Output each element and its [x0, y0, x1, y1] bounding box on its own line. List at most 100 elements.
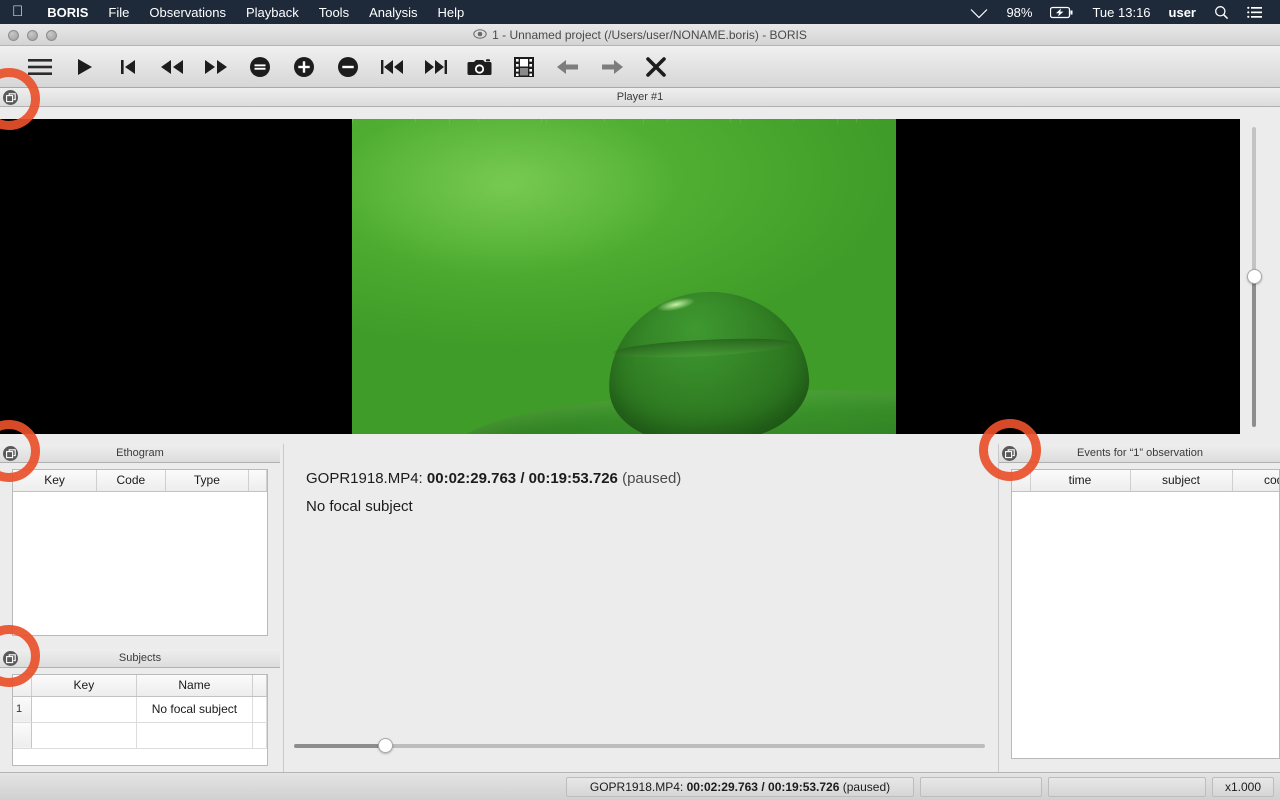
previous-media-button[interactable]: [370, 49, 414, 85]
events-col-subject[interactable]: subject: [1130, 470, 1233, 492]
events-panel: Events for “1” observation time subject …: [998, 444, 1280, 772]
table-row[interactable]: [13, 722, 268, 749]
subjects-table: Key Name 1 No focal subject: [13, 675, 268, 749]
ethogram-dock-header: Ethogram: [0, 444, 280, 463]
menu-playback[interactable]: Playback: [236, 5, 309, 20]
next-media-button[interactable]: [414, 49, 458, 85]
status-bar-field-right: [1048, 776, 1206, 797]
player-dock-title: Player #1: [616, 91, 664, 103]
ethogram-panel: Ethogram Key Code Type: [0, 444, 280, 642]
close-observation-button[interactable]: [634, 49, 678, 85]
subjects-row-key[interactable]: [31, 696, 138, 723]
menu-bar-status-items: 98% Tue 13:16 user: [961, 5, 1280, 20]
playback-rate-label: x1.000: [1212, 776, 1274, 797]
menu-help[interactable]: Help: [428, 5, 475, 20]
media-status-line: GOPR1918.MP4: 00:02:29.763 / 00:19:53.72…: [306, 470, 681, 487]
menu-button[interactable]: [18, 49, 62, 85]
ethogram-header-row: Key Code Type: [13, 470, 267, 492]
battery-charging-icon[interactable]: [1041, 6, 1083, 19]
video-canvas[interactable]: [0, 119, 1240, 434]
volume-slider[interactable]: [1240, 119, 1268, 434]
events-col-time[interactable]: time: [1030, 470, 1131, 492]
window-traffic-lights: [8, 30, 57, 41]
ethogram-float-button[interactable]: [3, 446, 18, 461]
player-dock-header: Player #1: [0, 88, 1280, 107]
reset-zoom-button[interactable]: [238, 49, 282, 85]
status-time-separator: /: [761, 779, 765, 794]
apple-logo-icon[interactable]: : [0, 4, 37, 19]
ethogram-col-filler: [248, 470, 267, 492]
notification-list-icon[interactable]: [1238, 6, 1272, 19]
subjects-dock-title: Subjects: [118, 652, 162, 664]
events-header-row: time subject code: [1012, 470, 1279, 492]
total-time-label: 00:19:53.726: [528, 470, 618, 487]
events-float-button[interactable]: [1002, 446, 1017, 461]
zoom-window-button[interactable]: [46, 30, 57, 41]
status-total-time: 00:19:53.726: [768, 779, 840, 794]
fast-forward-button[interactable]: [194, 49, 238, 85]
ethogram-table-container[interactable]: Key Code Type: [12, 469, 268, 636]
snapshot-button[interactable]: [458, 49, 502, 85]
status-bar: GOPR1918.MP4: 00:02:29.763 / 00:19:53.72…: [0, 772, 1280, 800]
left-panel-column: Ethogram Key Code Type Subjects Key Name…: [0, 444, 280, 772]
status-play-state: (paused): [842, 779, 891, 794]
events-table-container[interactable]: time subject code: [1011, 469, 1280, 759]
subjects-table-container[interactable]: Key Name 1 No focal subject: [12, 674, 268, 766]
media-seek-handle[interactable]: [377, 738, 393, 753]
step-forward-button[interactable]: [590, 49, 634, 85]
events-col-code[interactable]: code: [1232, 470, 1279, 492]
media-file-label: GOPR1918.MP4:: [306, 470, 423, 487]
zoom-in-button[interactable]: [282, 49, 326, 85]
subjects-col-key[interactable]: Key: [31, 675, 138, 697]
ethogram-table: Key Code Type: [13, 470, 267, 492]
play-state-label: (paused): [622, 470, 682, 487]
rewind-button[interactable]: [150, 49, 194, 85]
wifi-icon[interactable]: [961, 6, 997, 19]
menu-file[interactable]: File: [98, 5, 139, 20]
eye-icon: [473, 28, 487, 42]
menu-analysis[interactable]: Analysis: [359, 5, 427, 20]
video-frame: [352, 119, 896, 434]
subjects-float-button[interactable]: [3, 651, 18, 666]
subjects-corner-cell: [13, 675, 32, 697]
close-window-button[interactable]: [8, 30, 19, 41]
subjects-col-filler: [252, 675, 268, 697]
menu-app-name[interactable]: BORIS: [37, 5, 98, 20]
minimize-window-button[interactable]: [27, 30, 38, 41]
media-seek-track[interactable]: [294, 744, 985, 748]
status-media-file: GOPR1918.MP4:: [589, 779, 684, 794]
zoom-out-button[interactable]: [326, 49, 370, 85]
current-user-label[interactable]: user: [1160, 5, 1205, 20]
play-button[interactable]: [62, 49, 106, 85]
media-seek-slider[interactable]: [294, 738, 985, 753]
subjects-row-key-empty[interactable]: [31, 722, 138, 749]
player-float-button[interactable]: [3, 90, 18, 105]
subjects-col-name[interactable]: Name: [136, 675, 253, 697]
search-icon[interactable]: [1205, 5, 1238, 20]
frame-by-frame-button[interactable]: [502, 49, 546, 85]
subjects-panel: Subjects Key Name 1 No focal subject: [0, 649, 280, 772]
menu-tools[interactable]: Tools: [309, 5, 359, 20]
menu-observations[interactable]: Observations: [139, 5, 236, 20]
ethogram-col-key[interactable]: Key: [13, 470, 98, 492]
subjects-row-index-empty: [13, 722, 32, 749]
clock-label[interactable]: Tue 13:16: [1083, 5, 1159, 20]
ethogram-col-code[interactable]: Code: [96, 470, 166, 492]
ethogram-dock-title: Ethogram: [116, 447, 164, 459]
subjects-dock-header: Subjects: [0, 649, 280, 668]
subjects-row-filler-empty: [252, 722, 268, 749]
subjects-row-name[interactable]: No focal subject: [136, 696, 253, 723]
jump-to-start-button[interactable]: [106, 49, 150, 85]
subjects-header-row: Key Name: [13, 675, 268, 697]
subjects-row-name-empty[interactable]: [136, 722, 253, 749]
table-row[interactable]: 1 No focal subject: [13, 696, 268, 723]
step-back-button[interactable]: [546, 49, 590, 85]
window-title-text: 1 - Unnamed project (/Users/user/NONAME.…: [492, 27, 807, 42]
ethogram-col-type[interactable]: Type: [165, 470, 250, 492]
observation-info-panel: GOPR1918.MP4: 00:02:29.763 / 00:19:53.72…: [283, 444, 995, 772]
player-panel: Player #1: [0, 88, 1280, 438]
volume-slider-handle[interactable]: [1247, 269, 1262, 284]
main-toolbar: [0, 46, 1280, 88]
current-time-label: 00:02:29.763: [426, 470, 517, 487]
boris-application-window:  BORIS File Observations Playback Tools…: [0, 0, 1280, 800]
